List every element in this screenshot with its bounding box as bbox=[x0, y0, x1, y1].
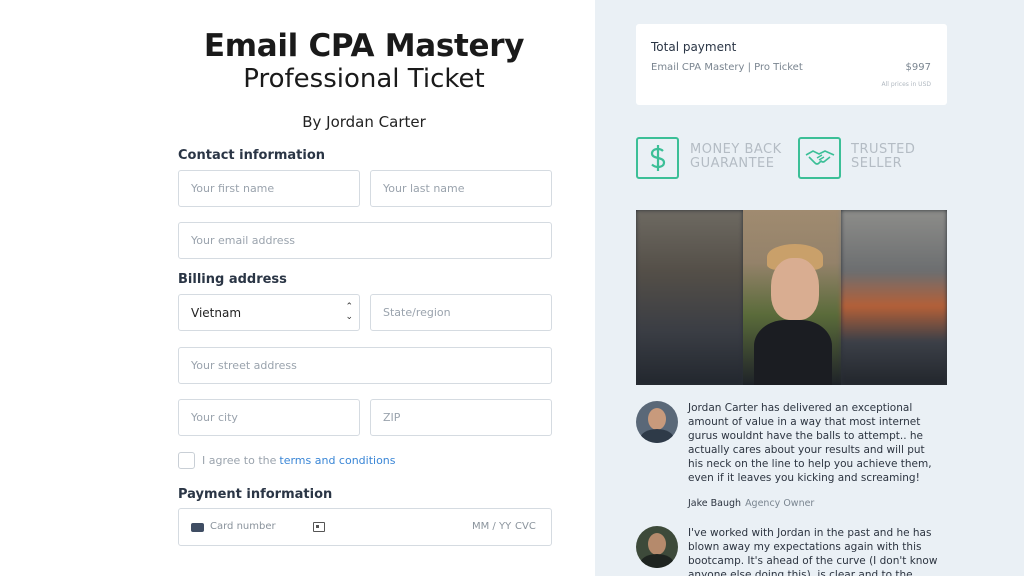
product-subtitle: Professional Ticket bbox=[243, 64, 485, 94]
street-field[interactable]: Your street address bbox=[178, 347, 552, 384]
select-arrows-icon: ⌃ ⌄ bbox=[345, 302, 353, 322]
expiry-placeholder: MM / YY bbox=[472, 521, 512, 532]
avatar bbox=[636, 526, 678, 568]
terms-checkbox[interactable] bbox=[178, 452, 195, 469]
card-input[interactable]: Card number MM / YY CVC bbox=[178, 508, 552, 546]
avatar-head bbox=[648, 533, 666, 555]
testimonial-author-role: Agency Owner bbox=[745, 498, 815, 509]
video-person-face bbox=[771, 258, 819, 320]
video-blur-right bbox=[841, 210, 947, 385]
money-back-line1: MONEY BACK bbox=[690, 142, 782, 157]
order-item-price: $997 bbox=[905, 62, 931, 73]
product-author: By Jordan Carter bbox=[302, 113, 426, 131]
testimonial-author: Jake Baugh bbox=[688, 498, 742, 509]
email-placeholder: Your email address bbox=[191, 234, 296, 247]
id-card-icon bbox=[313, 522, 325, 532]
order-item-name: Email CPA Mastery | Pro Ticket bbox=[651, 62, 803, 73]
avatar-body bbox=[640, 554, 674, 568]
contact-section-heading: Contact information bbox=[178, 148, 326, 163]
payment-section-heading: Payment information bbox=[178, 487, 333, 502]
testimonial-text: Jordan Carter has delivered an exception… bbox=[688, 402, 932, 484]
terms-label: I agree to the terms and conditions bbox=[202, 454, 396, 467]
country-select[interactable]: Vietnam ⌃ ⌄ bbox=[178, 294, 360, 331]
state-placeholder: State/region bbox=[383, 306, 451, 319]
avatar-head bbox=[648, 408, 666, 430]
trusted-seller-badge-label: TRUSTED SELLER bbox=[851, 143, 915, 171]
terms-text: I agree to the bbox=[202, 454, 277, 467]
country-value: Vietnam bbox=[191, 305, 242, 320]
avatar-body bbox=[640, 429, 674, 443]
total-payment-title: Total payment bbox=[651, 40, 737, 54]
testimonial-byline: Jake Baugh Agency Owner bbox=[688, 498, 814, 509]
last-name-field[interactable]: Your last name bbox=[370, 170, 552, 207]
trusted-line2: SELLER bbox=[851, 156, 903, 171]
trusted-line1: TRUSTED bbox=[851, 142, 916, 157]
first-name-field[interactable]: Your first name bbox=[178, 170, 360, 207]
product-title: Email CPA Mastery bbox=[203, 28, 525, 64]
avatar bbox=[636, 401, 678, 443]
testimonial-text: I've worked with Jordan in the past and … bbox=[688, 527, 938, 576]
terms-link[interactable]: terms and conditions bbox=[279, 454, 395, 467]
handshake-icon bbox=[798, 137, 841, 179]
currency-note: All prices in USD bbox=[881, 81, 931, 88]
cvc-placeholder: CVC bbox=[515, 521, 536, 532]
email-field[interactable]: Your email address bbox=[178, 222, 552, 259]
dollar-icon bbox=[636, 137, 679, 179]
city-field[interactable]: Your city bbox=[178, 399, 360, 436]
zip-field[interactable]: ZIP bbox=[370, 399, 552, 436]
state-field[interactable]: State/region bbox=[370, 294, 552, 331]
city-placeholder: Your city bbox=[191, 411, 238, 424]
card-number-placeholder: Card number bbox=[210, 521, 276, 532]
total-payment-card: Total payment Email CPA Mastery | Pro Ti… bbox=[636, 24, 947, 105]
zip-placeholder: ZIP bbox=[383, 411, 401, 424]
first-name-placeholder: Your first name bbox=[191, 182, 275, 195]
testimonial-video-player[interactable] bbox=[636, 210, 947, 385]
card-icon bbox=[191, 523, 204, 532]
video-blur-left bbox=[636, 210, 743, 385]
street-placeholder: Your street address bbox=[191, 359, 297, 372]
video-person-shirt bbox=[754, 320, 832, 385]
last-name-placeholder: Your last name bbox=[383, 182, 465, 195]
money-back-line2: GUARANTEE bbox=[690, 156, 775, 171]
money-back-badge-label: MONEY BACK GUARANTEE bbox=[690, 143, 782, 171]
billing-section-heading: Billing address bbox=[178, 272, 287, 287]
